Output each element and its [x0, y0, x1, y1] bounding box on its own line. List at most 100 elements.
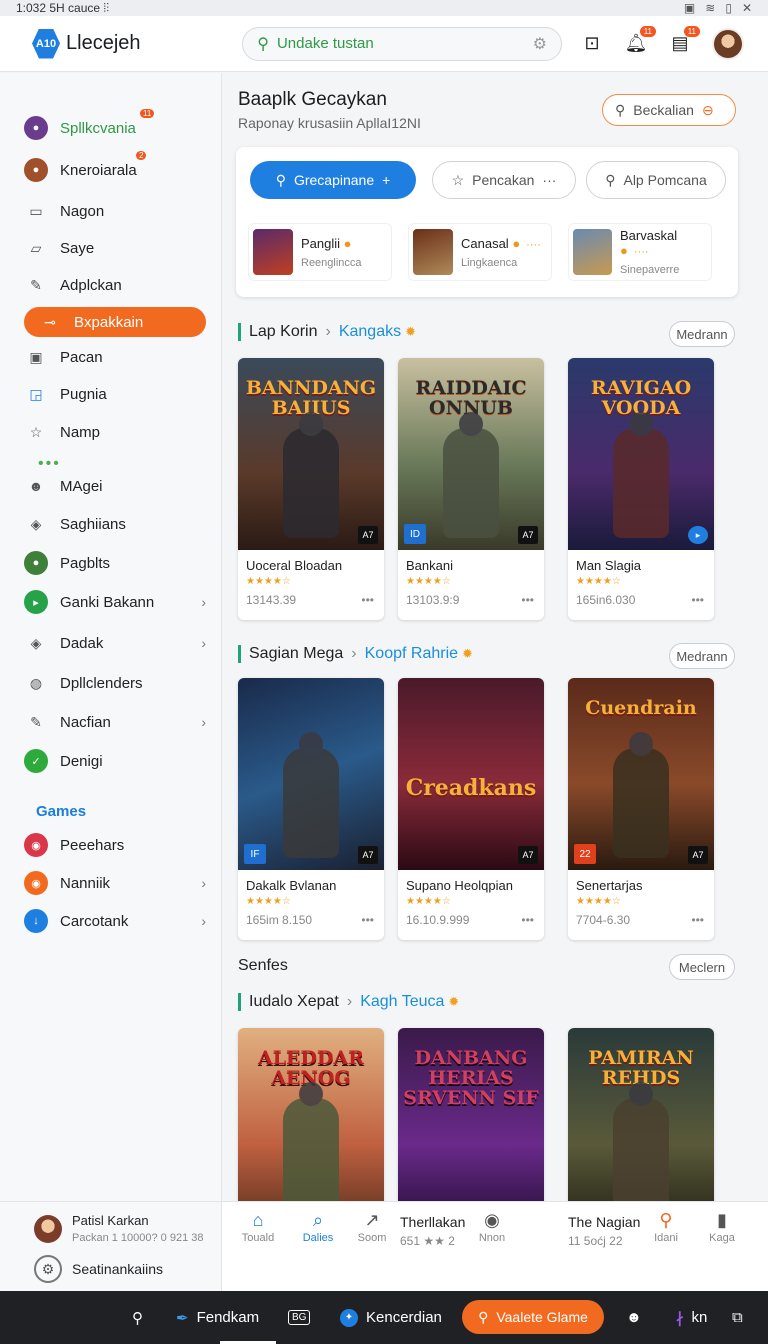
app-thumbnail — [573, 229, 613, 275]
primary-pill-button[interactable]: ⚲ Grecapinane + — [250, 161, 416, 199]
pill-button[interactable]: ☆ Pencakan ··· — [432, 161, 576, 199]
mini-app-card[interactable]: Panglii ● Reenglincca — [248, 223, 392, 281]
more-options-icon[interactable]: ••• — [521, 913, 534, 927]
rating-stars: ★★★★☆ — [246, 896, 291, 907]
more-options-icon[interactable]: ••• — [521, 593, 534, 607]
game-card[interactable]: Cuendrain 22 A7 Senertarjas ★★★★☆ 7704-6… — [568, 678, 714, 940]
taskbar-item-0[interactable]: ✒ Fendkam — [176, 1309, 259, 1327]
sidebar-item-7[interactable]: ◲ Pugnia — [24, 379, 206, 409]
taskbar-profile[interactable]: ☻ — [626, 1309, 642, 1326]
sidebar-item-label: Saye — [60, 239, 95, 257]
taskbar-cta-button[interactable]: ⚲ Vaalete Glame — [462, 1300, 604, 1334]
sidebar-item-14[interactable]: ◍ Dpllclenders — [24, 668, 206, 698]
game-name: Senertarjas — [576, 878, 643, 893]
sidebar-item-12[interactable]: ▸ Ganki Bakann › — [24, 587, 206, 617]
app-tag: ···· — [633, 246, 649, 258]
tab-news[interactable]: The Nagian 11 5oćj 22 — [568, 1214, 640, 1248]
game-card[interactable]: RAVIGAO VOODA ▸ Man Slagia ★★★★☆ 165in6.… — [568, 358, 714, 620]
game-card[interactable]: IF A7 Dakalk Bvlanan ★★★★☆ 165im 8.150 ••… — [238, 678, 384, 940]
sidebar-game-1[interactable]: ◉ Nanniik › — [24, 868, 206, 898]
cta-label: Vaalete Glame — [496, 1309, 588, 1325]
game-card[interactable]: BANNDANG BAIIUS A7 Uoceral Bloadan ★★★★☆… — [238, 358, 384, 620]
more-button[interactable]: Medrann — [669, 643, 735, 669]
taskbar-item-1[interactable]: BG — [288, 1310, 311, 1325]
tab-discover[interactable]: ⚲ Idani — [636, 1210, 696, 1244]
taskbar-item-2[interactable]: ✦ Kencerdian — [340, 1308, 442, 1327]
sparkle-icon: ✹ — [405, 324, 416, 339]
tab-share[interactable]: ↗ Soom — [342, 1210, 402, 1244]
bottom-tab-bar: ⌂ Touald ⌕ Dalies ↗ Soom Therllakan 651 ★★ 2… — [222, 1201, 768, 1291]
app-thumbnail — [413, 229, 453, 275]
notification-bell-icon[interactable]: 🔔︎ 11 — [624, 25, 656, 56]
taskbar-windows[interactable]: ⧉ — [732, 1309, 743, 1326]
sidebar-item-0[interactable]: ● Spllkcvania 11 — [24, 109, 206, 143]
mini-app-card[interactable]: Canasal ● ···· Lingkaenca — [408, 223, 552, 281]
section-link[interactable]: Kangaks — [339, 323, 401, 341]
play-icon: ▸ — [24, 590, 48, 614]
sidebar-item-13[interactable]: ◈ Dadak › — [24, 628, 206, 658]
more-options-icon[interactable]: ••• — [691, 593, 704, 607]
tab-featured[interactable]: Therllakan 651 ★★ 2 — [400, 1214, 465, 1248]
windows-icon: ⧉ — [732, 1309, 743, 1326]
search-action-button[interactable]: ⚲ Beckalian ⊖ — [602, 94, 736, 126]
messages-icon[interactable]: ▤ 11 — [668, 25, 700, 56]
search-input[interactable] — [276, 35, 533, 52]
more-options-icon[interactable]: ••• — [691, 913, 704, 927]
game-card[interactable]: RAIDDAIC ONNUB ID A7 Bankani ★★★★☆ 13103… — [398, 358, 544, 620]
user-profile[interactable]: Patisl Karkan Packan 1 10000? 0 921 38 — [34, 1213, 214, 1244]
section-link[interactable]: Kagh Teuca — [360, 993, 444, 1011]
chevron-right-icon: › — [325, 323, 331, 340]
sidebar-item-4[interactable]: ✎ Adplckan — [24, 270, 206, 300]
section-header: Sagian Mega › Koopf Rahrie ✹ — [238, 645, 473, 663]
taskbar-search[interactable]: ⚲ — [132, 1309, 143, 1327]
taskbar-item-3[interactable]: ∤ kn — [676, 1309, 707, 1327]
game-art: BANNDANG BAIIUS A7 — [238, 358, 384, 550]
link-icon: ⊸ — [44, 313, 56, 330]
pill-button[interactable]: ⚲ Alp Pomcana — [586, 161, 726, 199]
more-button[interactable]: Meclern — [669, 954, 735, 980]
sidebar-game-0[interactable]: ◉ Peeehars — [24, 830, 206, 860]
page-subtitle: Raponay krusasiin ApllaI12NI — [238, 115, 421, 131]
sidebar-item-15[interactable]: ✎ Nacfian › — [24, 707, 206, 737]
tab-bookmarks[interactable]: ▮ Kaga — [692, 1210, 752, 1244]
app-name: Panglii — [301, 235, 341, 251]
sidebar-item-label: Pugnia — [60, 385, 107, 403]
game-name: Supano Heolqpian — [406, 878, 513, 893]
discover-icon: ⚲ — [659, 1210, 673, 1230]
section-header: Iudalo Xepat › Kagh Teuca ✹ — [238, 993, 459, 1011]
more-options-icon[interactable]: ••• — [361, 593, 374, 607]
sidebar-item-10[interactable]: ◈ Saghiians — [24, 509, 206, 539]
search-icon: ⚲ — [605, 171, 616, 188]
user-avatar[interactable] — [712, 27, 744, 60]
sidebar-item-2[interactable]: ▭ Nagon — [24, 196, 206, 226]
game-art: Cuendrain 22 A7 — [568, 678, 714, 870]
tab-search[interactable]: ⌕ Dalies — [288, 1210, 348, 1244]
tab-label: Idani — [654, 1232, 678, 1244]
sidebar-item-9[interactable]: ☻ MAgei — [24, 471, 206, 501]
mini-app-card[interactable]: Barvaskal ● ···· Sinepaverre — [568, 223, 712, 281]
close-icon[interactable]: ✕ — [742, 1, 752, 15]
camera-icon[interactable]: ⊡ — [580, 32, 604, 56]
sidebar-item-6[interactable]: ▣ Pacan — [24, 342, 206, 372]
publisher-badge: A7 — [358, 846, 378, 864]
sidebar-item-3[interactable]: ▱ Saye — [24, 233, 206, 263]
settings-link[interactable]: ⚙ Seatinankaiins — [34, 1255, 214, 1283]
sidebar-item-5-active[interactable]: ⊸ Bxpakkain — [24, 307, 206, 337]
game-icon: ◉ — [24, 833, 48, 857]
tab-record[interactable]: ◉ Nnon — [462, 1210, 522, 1244]
sidebar-item-label: Spllkcvania — [60, 119, 136, 137]
game-art: RAVIGAO VOODA ▸ — [568, 358, 714, 550]
more-options-icon[interactable]: ••• — [361, 913, 374, 927]
more-button[interactable]: Medrann — [669, 321, 735, 347]
settings-gear-icon[interactable]: ⚙ — [533, 34, 547, 54]
sidebar-item-label: Pacan — [60, 348, 103, 366]
search-bar[interactable]: ⚲ ⚙ — [242, 26, 562, 61]
sidebar-item-16[interactable]: ✓ Denigi — [24, 746, 206, 776]
sidebar-game-2[interactable]: ↓ Carcotank › — [24, 906, 206, 936]
game-card[interactable]: Creadkans A7 Supano Heolqpian ★★★★☆ 16.1… — [398, 678, 544, 940]
sidebar-item-1[interactable]: ● Kneroiarala 2 — [24, 151, 206, 185]
tab-home[interactable]: ⌂ Touald — [228, 1210, 288, 1244]
sidebar-item-8[interactable]: ☆ Namp — [24, 417, 206, 447]
sidebar-item-11[interactable]: ● Pagblts — [24, 548, 206, 578]
section-link[interactable]: Koopf Rahrie — [365, 645, 458, 663]
